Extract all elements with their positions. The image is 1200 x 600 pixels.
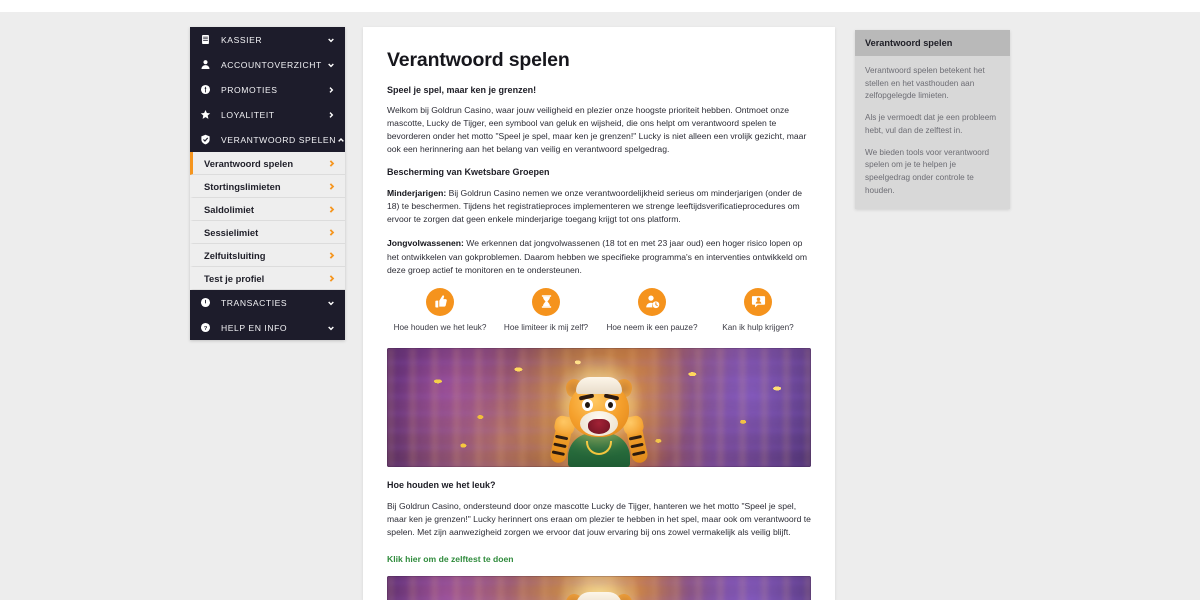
sidebar-item-promoties[interactable]: PROMOTIES	[190, 77, 345, 102]
section-heading-kwetsbare-groepen: Bescherming van Kwetsbare Groepen	[387, 167, 550, 178]
sidebar-item-label: TRANSACTIES	[221, 297, 288, 308]
sidebar-subitem-stortingslimieten[interactable]: Stortingslimieten	[190, 175, 345, 198]
question-circle-icon: ?	[199, 321, 212, 334]
right-panel-title: Verantwoord spelen	[855, 30, 1010, 56]
gift-circle-icon	[199, 83, 212, 96]
sidebar-item-loyaliteit[interactable]: LOYALITEIT	[190, 102, 345, 127]
sidebar-subitem-saldolimiet[interactable]: Saldolimiet	[190, 198, 345, 221]
star-icon	[199, 108, 212, 121]
hero-image-tiger-closeup	[387, 575, 811, 600]
chevron-right-icon	[327, 156, 336, 171]
sidebar-item-label: HELP EN INFO	[221, 322, 288, 333]
page-root: KASSIER ACCOUNTOVERZICHT PROMOTIES LOYAL…	[0, 0, 1200, 600]
user-clock-icon	[638, 287, 666, 316]
quicklink-hoe-houden-we-het-leuk[interactable]: Hoe houden we het leuk?	[387, 287, 493, 332]
right-info-panel: Verantwoord spelen Verantwoord spelen be…	[855, 30, 1010, 210]
thumbs-up-icon	[426, 287, 454, 316]
chevron-right-icon	[327, 179, 336, 194]
sidebar-item-label: PROMOTIES	[221, 84, 278, 95]
chevron-right-icon	[327, 271, 336, 286]
user-icon	[199, 58, 212, 71]
sidebar-subitem-label: Verantwoord spelen	[204, 157, 294, 169]
right-panel-paragraph: Verantwoord spelen betekent het stellen …	[865, 66, 985, 101]
sidebar-item-kassier[interactable]: KASSIER	[190, 27, 345, 52]
svg-text:?: ?	[204, 326, 208, 332]
sidebar-subitem-test-je-profiel[interactable]: Test je profiel	[190, 267, 345, 290]
chevron-right-icon	[327, 248, 336, 263]
chevron-up-icon	[336, 135, 346, 145]
quicklink-label: Kan ik hulp krijgen?	[722, 322, 794, 332]
quicklink-kan-ik-hulp-krijgen[interactable]: Kan ik hulp krijgen?	[705, 287, 811, 332]
sidebar-subitem-zelfuitsluiting[interactable]: Zelfuitsluiting	[190, 244, 345, 267]
chevron-down-icon	[326, 60, 336, 70]
sidebar-item-accountoverzicht[interactable]: ACCOUNTOVERZICHT	[190, 52, 345, 77]
sidebar-top-group: KASSIER ACCOUNTOVERZICHT PROMOTIES LOYAL…	[190, 27, 345, 152]
sidebar-item-transacties[interactable]: TRANSACTIES	[190, 290, 345, 315]
quicklink-label: Hoe neem ik een pauze?	[606, 322, 698, 332]
quicklinks-row: Hoe houden we het leuk? Hoe limiteer ik …	[387, 287, 811, 332]
page-layout: KASSIER ACCOUNTOVERZICHT PROMOTIES LOYAL…	[0, 27, 1200, 600]
shield-check-icon	[199, 133, 212, 146]
sidebar-item-help-en-info[interactable]: ? HELP EN INFO	[190, 315, 345, 340]
clock-circle-icon	[199, 296, 212, 309]
minors-text: Bij Goldrun Casino nemen we onze verantw…	[387, 188, 803, 225]
minors-paragraph: Minderjarigen: Bij Goldrun Casino nemen …	[387, 187, 811, 226]
sidebar-subitem-label: Saldolimiet	[204, 203, 255, 215]
sidebar-subitem-label: Zelfuitsluiting	[204, 249, 266, 261]
sidebar-submenu: Verantwoord spelen Stortingslimieten Sal…	[190, 152, 345, 290]
user-chat-icon	[744, 287, 772, 316]
right-panel-paragraph: We bieden tools voor verantwoord spelen …	[865, 147, 990, 195]
minors-label: Minderjarigen:	[387, 188, 447, 199]
sidebar-subitem-label: Stortingslimieten	[204, 180, 281, 192]
main-content-card: Verantwoord spelen Speel je spel, maar k…	[363, 27, 835, 600]
young-adults-label: Jongvolwassenen:	[387, 238, 464, 249]
chevron-down-icon	[326, 298, 336, 308]
selftest-link[interactable]: Klik hier om de zelftest te doen	[387, 554, 514, 564]
young-adults-paragraph: Jongvolwassenen: We erkennen dat jongvol…	[387, 237, 811, 276]
lead-tagline: Speel je spel, maar ken je grenzen!	[387, 85, 537, 95]
sidebar-item-label: KASSIER	[221, 34, 263, 45]
quicklink-label: Hoe limiteer ik mij zelf?	[503, 322, 589, 332]
intro-paragraph: Welkom bij Goldrun Casino, waar jouw vei…	[387, 105, 807, 155]
chevron-right-icon	[326, 110, 336, 120]
page-title: Verantwoord spelen	[387, 49, 570, 71]
top-white-strip	[0, 0, 1200, 12]
left-sidebar: KASSIER ACCOUNTOVERZICHT PROMOTIES LOYAL…	[190, 27, 345, 340]
hero-image-tiger-celebrating	[387, 347, 811, 467]
right-panel-paragraph: Als je vermoedt dat je een probleem hebt…	[865, 113, 997, 135]
chevron-down-icon	[326, 35, 336, 45]
chevron-down-icon	[326, 323, 336, 333]
hourglass-icon	[532, 287, 560, 316]
sidebar-item-verantwoord-spelen[interactable]: VERANTWOORD SPELEN	[190, 127, 345, 152]
right-panel-body: Verantwoord spelen betekent het stellen …	[855, 56, 1010, 209]
sidebar-subitem-sessielimiet[interactable]: Sessielimiet	[190, 221, 345, 244]
sidebar-item-label: LOYALITEIT	[221, 109, 275, 120]
sidebar-subitem-verantwoord-spelen[interactable]: Verantwoord spelen	[190, 152, 345, 175]
sidebar-item-label: ACCOUNTOVERZICHT	[221, 59, 322, 70]
sidebar-bottom-group: TRANSACTIES ? HELP EN INFO	[190, 290, 345, 340]
chevron-right-icon	[326, 85, 336, 95]
quicklink-hoe-neem-ik-een-pauze[interactable]: Hoe neem ik een pauze?	[599, 287, 705, 332]
sidebar-subitem-label: Test je profiel	[204, 272, 265, 284]
cards-stack-icon	[199, 33, 212, 46]
chevron-right-icon	[327, 225, 336, 240]
quicklink-label: Hoe houden we het leuk?	[393, 322, 487, 332]
chevron-right-icon	[327, 202, 336, 217]
sidebar-subitem-label: Sessielimiet	[204, 226, 259, 238]
fun-heading: Hoe houden we het leuk?	[387, 479, 496, 490]
quicklink-hoe-limiteer-ik-mij-zelf[interactable]: Hoe limiteer ik mij zelf?	[493, 287, 599, 332]
fun-paragraph: Bij Goldrun Casino, ondersteund door onz…	[387, 500, 811, 537]
sidebar-item-label: VERANTWOORD SPELEN	[221, 134, 336, 145]
